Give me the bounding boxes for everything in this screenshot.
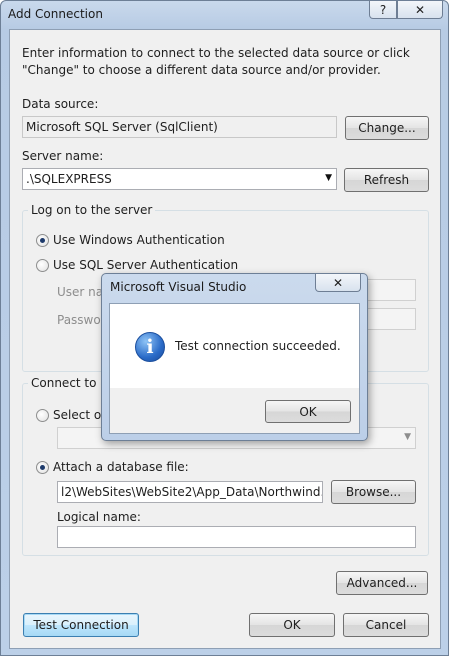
help-button[interactable]: ? <box>369 1 397 19</box>
title-bar: Add Connection ? ✕ <box>1 1 448 29</box>
message-box-close-button[interactable]: ✕ <box>315 274 361 292</box>
browse-button[interactable]: Browse... <box>331 480 416 504</box>
advanced-button[interactable]: Advanced... <box>336 571 428 595</box>
connect-group-title: Connect to a <box>28 376 111 390</box>
data-source-label: Data source: <box>22 97 99 111</box>
intro-text: Enter information to connect to the sele… <box>22 46 410 77</box>
message-box-title: Microsoft Visual Studio <box>110 280 247 294</box>
logical-name-input[interactable] <box>57 526 416 548</box>
message-box: Microsoft Visual Studio ✕ i Test connect… <box>101 273 368 441</box>
message-text: Test connection succeeded. <box>175 339 341 353</box>
sql-auth-radio[interactable] <box>36 259 49 272</box>
refresh-button[interactable]: Refresh <box>344 168 429 192</box>
password-field <box>366 308 416 330</box>
server-name-combobox[interactable]: .\SQLEXPRESS ▼ <box>22 168 337 190</box>
data-source-field: Microsoft SQL Server (SqlClient) <box>22 116 337 138</box>
cancel-button[interactable]: Cancel <box>343 613 429 637</box>
message-box-ok-button[interactable]: OK <box>265 400 351 423</box>
chevron-down-icon[interactable]: ▼ <box>325 173 332 183</box>
window-title: Add Connection <box>8 7 103 21</box>
close-icon: ✕ <box>332 275 344 290</box>
attach-db-label[interactable]: Attach a database file: <box>53 460 189 474</box>
change-button[interactable]: Change... <box>345 116 429 140</box>
attach-db-radio[interactable] <box>36 461 49 474</box>
help-icon: ? <box>379 2 387 17</box>
server-name-label: Server name: <box>22 149 104 163</box>
information-icon: i <box>135 332 165 362</box>
attach-db-file-input[interactable]: l2\WebSites\WebSite2\App_Data\Northwind.… <box>57 481 323 503</box>
chevron-down-icon: ▼ <box>404 432 411 442</box>
password-label: Passwor <box>57 313 106 327</box>
close-icon: ✕ <box>414 2 426 17</box>
ok-button[interactable]: OK <box>249 613 335 637</box>
select-db-radio[interactable] <box>36 409 49 422</box>
message-box-content: i Test connection succeeded. <box>110 304 359 388</box>
logical-name-label: Logical name: <box>57 510 141 524</box>
windows-auth-label[interactable]: Use Windows Authentication <box>53 233 225 247</box>
server-name-value: .\SQLEXPRESS <box>26 172 112 186</box>
close-button[interactable]: ✕ <box>397 1 443 19</box>
test-connection-button[interactable]: Test Connection <box>23 613 139 637</box>
user-name-field <box>366 279 416 301</box>
message-box-client: i Test connection succeeded. OK <box>109 303 360 434</box>
sql-auth-label[interactable]: Use SQL Server Authentication <box>53 258 238 272</box>
logon-group-title: Log on to the server <box>28 203 156 217</box>
windows-auth-radio[interactable] <box>36 234 49 247</box>
